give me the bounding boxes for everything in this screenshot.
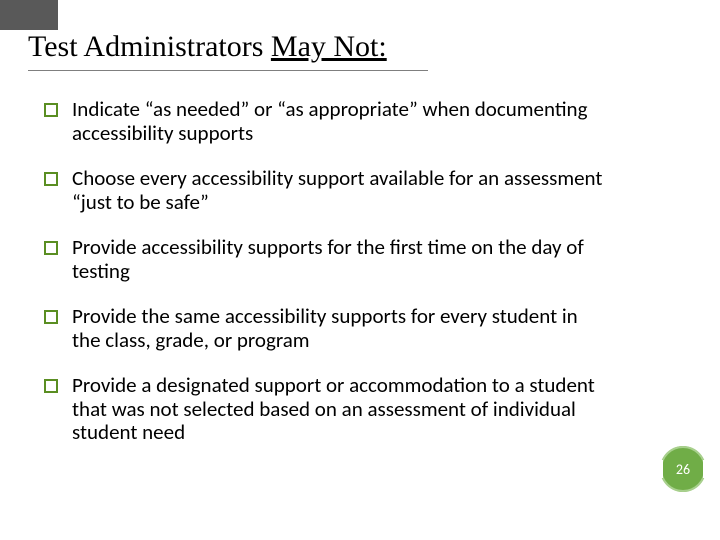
title-prefix: Test Administrators [28, 30, 271, 63]
bullet-list: Indicate “as needed” or “as appropriate”… [44, 98, 604, 467]
list-item-text: Choose every accessibility support avail… [72, 167, 604, 214]
slide-title: Test Administrators May Not: [28, 30, 387, 64]
checkbox-bullet-icon [44, 310, 58, 324]
checkbox-bullet-icon [44, 172, 58, 186]
checkbox-bullet-icon [44, 103, 58, 117]
slide: Test Administrators May Not: Indicate “a… [0, 0, 720, 540]
checkbox-bullet-icon [44, 379, 58, 393]
decorative-top-block [0, 0, 58, 30]
list-item-text: Indicate “as needed” or “as appropriate”… [72, 98, 604, 145]
list-item: Provide the same accessibility supports … [44, 305, 604, 352]
page-number: 26 [660, 446, 706, 492]
list-item: Provide a designated support or accommod… [44, 374, 604, 445]
list-item-text: Provide a designated support or accommod… [72, 374, 604, 445]
checkbox-bullet-icon [44, 241, 58, 255]
list-item: Indicate “as needed” or “as appropriate”… [44, 98, 604, 145]
list-item: Choose every accessibility support avail… [44, 167, 604, 214]
page-number-badge: 26 [660, 446, 706, 492]
list-item-text: Provide accessibility supports for the f… [72, 236, 604, 283]
list-item: Provide accessibility supports for the f… [44, 236, 604, 283]
list-item-text: Provide the same accessibility supports … [72, 305, 604, 352]
title-underline [28, 70, 428, 71]
title-emphasis: May Not: [271, 30, 387, 63]
